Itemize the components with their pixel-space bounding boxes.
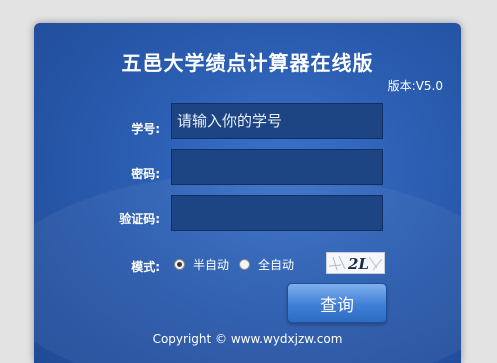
mode-semi-auto-radio[interactable] [174,259,185,270]
captcha-graphic: 2L [328,255,383,273]
mode-semi-auto-label[interactable]: 半自动 [193,256,229,273]
copyright-text: Copyright © www.wydxjzw.com [152,332,343,346]
app-title: 五邑大学绩点计算器在线版 [121,51,374,75]
captcha-input[interactable] [171,195,383,231]
mode-full-auto-label[interactable]: 全自动 [258,256,294,273]
captcha-image[interactable]: 2L [326,252,385,274]
captcha-text: 2L [347,255,369,273]
student-id-label: 学号: [131,122,160,136]
password-label: 密码: [131,167,160,181]
version-label: 版本:V5.0 [387,79,443,93]
student-id-input[interactable] [171,103,383,139]
mode-radio-group: 半自动 全自动 [174,256,304,273]
query-button[interactable]: 查询 [287,283,387,323]
mode-label: 模式: [131,260,160,274]
mode-full-auto-radio[interactable] [239,259,251,270]
captcha-label: 验证码: [119,212,160,226]
login-panel: 五邑大学绩点计算器在线版 版本:V5.0 学号: 密码: 验证码: 模式: 半自… [34,23,461,363]
password-input[interactable] [171,149,383,185]
